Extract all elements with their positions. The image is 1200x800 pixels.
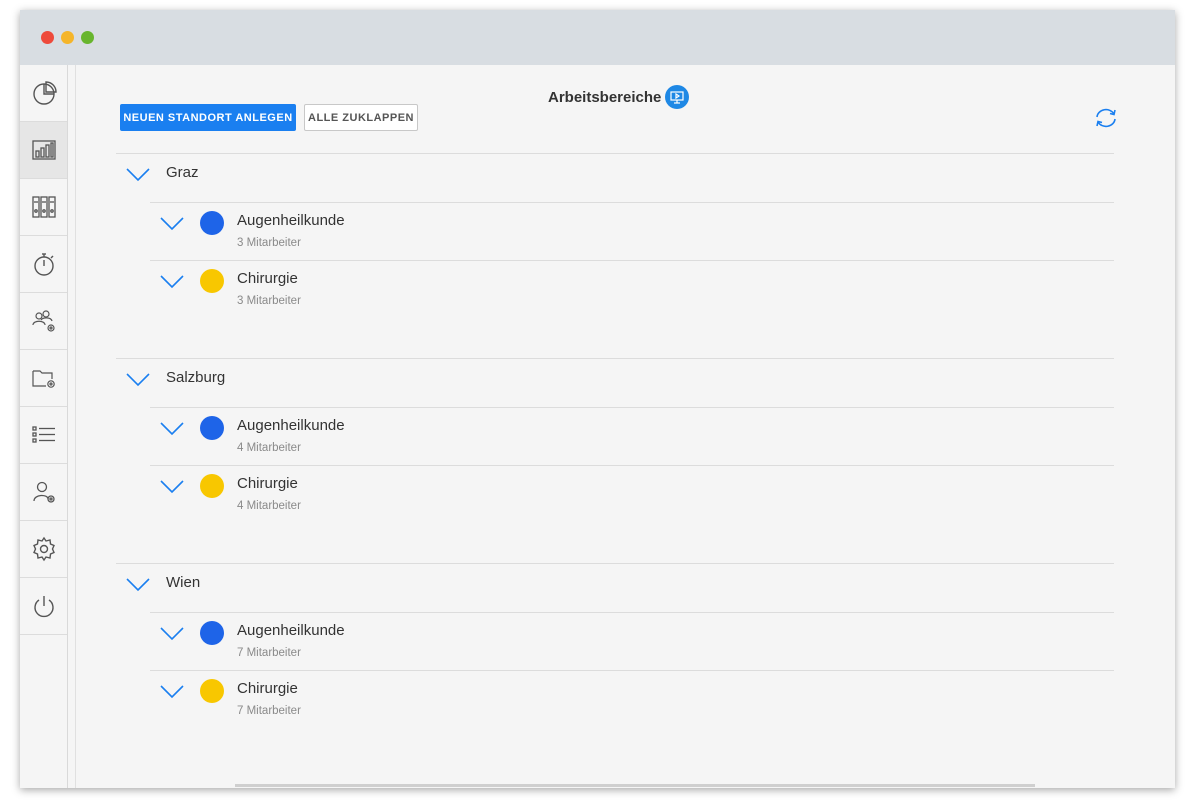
chevron-down-icon[interactable] <box>126 168 150 182</box>
title-bar <box>20 10 1175 65</box>
area-color-dot <box>200 416 224 440</box>
location-list: Graz Augenheilkunde 3 Mitarbeiter Chirur… <box>116 153 1114 768</box>
location-name: Salzburg <box>166 369 226 386</box>
power-icon <box>33 596 54 618</box>
sidebar-item-groups[interactable] <box>20 293 67 350</box>
area-row[interactable]: Augenheilkunde 3 Mitarbeiter <box>150 202 1114 260</box>
area-row[interactable]: Augenheilkunde 7 Mitarbeiter <box>150 612 1114 670</box>
area-staff-count: 7 Mitarbeiter <box>237 705 301 717</box>
location-name: Graz <box>166 164 199 181</box>
area-row[interactable]: Chirurgie 7 Mitarbeiter <box>150 670 1114 728</box>
area-name: Augenheilkunde <box>237 622 345 639</box>
refresh-icon[interactable] <box>1093 105 1119 131</box>
location-group: Wien Augenheilkunde 7 Mitarbeiter Chirur… <box>116 563 1114 768</box>
horizontal-scrollbar[interactable] <box>235 784 1035 787</box>
area-row[interactable]: Chirurgie 4 Mitarbeiter <box>150 465 1114 523</box>
location-group: Graz Augenheilkunde 3 Mitarbeiter Chirur… <box>116 153 1114 358</box>
chevron-down-icon[interactable] <box>160 480 184 494</box>
location-group: Salzburg Augenheilkunde 4 Mitarbeiter Ch… <box>116 358 1114 563</box>
app-window: Arbeitsbereiche NEUEN STANDORT ANLEGEN A… <box>20 10 1175 788</box>
area-row[interactable]: Chirurgie 3 Mitarbeiter <box>150 260 1114 318</box>
chevron-down-icon[interactable] <box>160 275 184 289</box>
area-color-dot <box>200 269 224 293</box>
add-location-button[interactable]: NEUEN STANDORT ANLEGEN <box>120 104 296 131</box>
sidebar-item-documents[interactable] <box>20 350 67 407</box>
area-staff-count: 3 Mitarbeiter <box>237 237 301 249</box>
sidebar-item-statistics[interactable] <box>20 122 67 179</box>
area-row[interactable]: Augenheilkunde 4 Mitarbeiter <box>150 407 1114 465</box>
area-name: Chirurgie <box>237 680 298 697</box>
sidebar-item-lists[interactable] <box>20 407 67 464</box>
folder-settings-icon <box>31 370 55 388</box>
location-header[interactable]: Wien <box>116 564 1114 612</box>
area-color-dot <box>200 679 224 703</box>
user-settings-icon <box>32 481 55 503</box>
location-header[interactable]: Salzburg <box>116 359 1114 407</box>
sidebar-item-time[interactable] <box>20 236 67 293</box>
area-color-dot <box>200 474 224 498</box>
close-window-button[interactable] <box>41 31 54 44</box>
collapse-all-button[interactable]: ALLE ZUKLAPPEN <box>304 104 418 131</box>
area-staff-count: 4 Mitarbeiter <box>237 500 301 512</box>
chevron-down-icon[interactable] <box>160 217 184 231</box>
sidebar-item-logout[interactable] <box>20 578 67 635</box>
chevron-down-icon[interactable] <box>126 373 150 387</box>
area-color-dot <box>200 211 224 235</box>
sidebar-item-users[interactable] <box>20 464 67 521</box>
location-name: Wien <box>166 574 201 591</box>
bar-chart-icon <box>31 140 56 160</box>
area-name: Augenheilkunde <box>237 212 345 229</box>
chevron-down-icon[interactable] <box>160 627 184 641</box>
pie-chart-icon <box>32 81 57 105</box>
gear-icon <box>32 536 55 562</box>
page-title: Arbeitsbereiche <box>548 85 690 109</box>
group-settings-icon <box>31 310 55 332</box>
binders-icon <box>31 196 56 218</box>
page-title-text: Arbeitsbereiche <box>548 88 662 106</box>
area-staff-count: 4 Mitarbeiter <box>237 442 301 454</box>
sidebar-item-settings[interactable] <box>20 521 67 578</box>
screen-help-icon[interactable] <box>665 85 690 109</box>
maximize-window-button[interactable] <box>81 31 94 44</box>
main-content: Arbeitsbereiche NEUEN STANDORT ANLEGEN A… <box>76 65 1175 788</box>
area-staff-count: 7 Mitarbeiter <box>237 647 301 659</box>
area-name: Chirurgie <box>237 270 298 287</box>
sidebar-item-dashboard[interactable] <box>20 65 67 122</box>
area-staff-count: 3 Mitarbeiter <box>237 295 301 307</box>
chevron-down-icon[interactable] <box>160 422 184 436</box>
chevron-down-icon[interactable] <box>126 578 150 592</box>
area-name: Chirurgie <box>237 475 298 492</box>
area-name: Augenheilkunde <box>237 417 345 434</box>
location-header[interactable]: Graz <box>116 154 1114 202</box>
minimize-window-button[interactable] <box>61 31 74 44</box>
list-icon <box>31 426 55 443</box>
sidebar <box>20 65 68 788</box>
stopwatch-icon <box>33 253 54 276</box>
area-color-dot <box>200 621 224 645</box>
chevron-down-icon[interactable] <box>160 685 184 699</box>
sidebar-item-records[interactable] <box>20 179 67 236</box>
